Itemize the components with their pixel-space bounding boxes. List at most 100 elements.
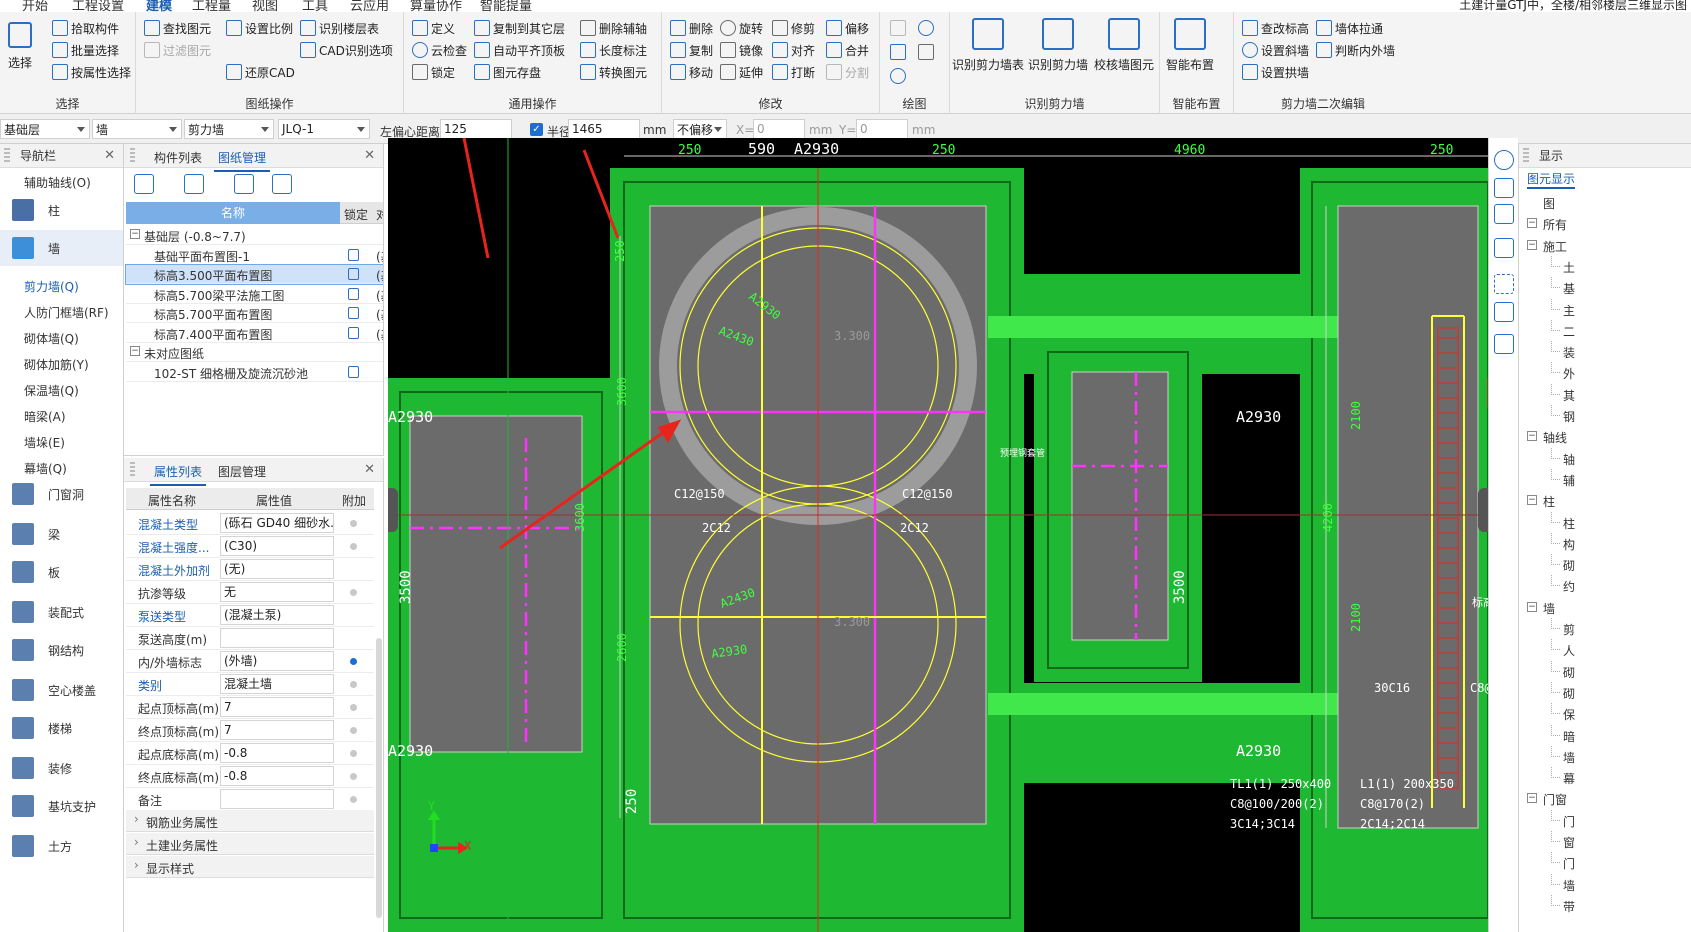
length-dimension-button[interactable]: 长度标注 <box>580 40 647 60</box>
drawing-row[interactable]: 标高5.700平面布置图 (基 <box>126 304 383 323</box>
display-tree-leaf[interactable]: 窗 <box>1547 831 1691 852</box>
collapse-toggle-icon[interactable]: − <box>130 229 140 239</box>
nav-category[interactable]: 钢结构 <box>0 632 123 668</box>
collapse-toggle-icon[interactable]: − <box>1527 239 1537 250</box>
display-tree-leaf[interactable]: 装 <box>1547 341 1691 362</box>
display-tree-leaf[interactable]: 辅 <box>1547 468 1691 490</box>
display-tree-leaf[interactable]: 门 <box>1547 852 1691 873</box>
wall-extend-button[interactable]: 墙体拉通 <box>1316 18 1383 38</box>
property-value-input[interactable] <box>220 628 334 648</box>
drawing-row[interactable]: − 基础层 (-0.8~7.7) <box>126 226 383 245</box>
cad-drawing-canvas[interactable]: 250 590 A2930 250 4960 250 A2930 A2930 A… <box>388 138 1488 932</box>
subtype-select[interactable]: 剪力墙 <box>184 119 274 139</box>
display-tree-leaf[interactable]: 土 <box>1547 255 1691 277</box>
attach-indicator-icon[interactable] <box>350 727 357 734</box>
find-element-button[interactable]: 查找图元 <box>144 18 211 38</box>
display-tree-leaf[interactable]: 人 <box>1547 639 1691 660</box>
property-value-input[interactable]: (混凝土泵) <box>220 605 334 625</box>
delete-aux-axis-button[interactable]: 删除辅轴 <box>580 18 647 38</box>
menu-tab-view[interactable]: 视图 <box>252 0 278 12</box>
restore-cad-button[interactable]: 还原CAD <box>226 62 295 82</box>
grip-icon[interactable] <box>1523 147 1529 164</box>
refresh-icon[interactable] <box>234 174 254 194</box>
menu-tab-quantity[interactable]: 工程量 <box>192 0 231 12</box>
lock-icon[interactable] <box>348 326 359 339</box>
lock-icon[interactable] <box>348 287 359 300</box>
property-value-input[interactable] <box>220 789 334 809</box>
set-arch-wall-button[interactable]: 设置拱墙 <box>1242 62 1309 82</box>
convert-element-button[interactable]: 转换图元 <box>580 62 647 82</box>
judge-inner-outer-button[interactable]: 判断内外墙 <box>1316 40 1395 60</box>
drawing-row[interactable]: 标高5.700梁平法施工图 (基 <box>126 285 383 304</box>
cube-view-icon[interactable] <box>1494 238 1514 258</box>
isometric-icon[interactable] <box>1494 302 1514 322</box>
right-collapse-handle[interactable] <box>1478 488 1488 532</box>
display-tree-group[interactable]: − 轴线 <box>1519 426 1691 447</box>
pick-component-button[interactable]: 拾取构件 <box>52 18 119 38</box>
property-value-input[interactable]: (无) <box>220 559 334 579</box>
menu-tab-collab[interactable]: 算量协作 <box>410 0 462 12</box>
nav-category[interactable]: 板 <box>0 554 123 590</box>
display-tree-leaf[interactable]: 约 <box>1547 575 1691 596</box>
copy-to-other-floor-button[interactable]: 复制到其它层 <box>474 18 565 38</box>
box-view-icon[interactable] <box>1494 204 1514 224</box>
rectangle-icon[interactable] <box>918 44 934 60</box>
menu-tab-tools[interactable]: 工具 <box>302 0 328 12</box>
collapse-toggle-icon[interactable]: − <box>1527 495 1537 506</box>
cloud-check-button[interactable]: 云检查 <box>412 40 467 60</box>
menu-tab-smart-qty[interactable]: 智能提量 <box>480 0 532 12</box>
collapse-toggle-icon[interactable]: − <box>130 346 140 356</box>
tab-drawing-management[interactable]: 图纸管理 <box>213 149 271 172</box>
line-icon[interactable] <box>890 44 906 60</box>
display-tree-leaf[interactable]: 砌 <box>1547 681 1691 703</box>
offset-input[interactable]: 125 <box>440 119 512 139</box>
recognize-wall-button[interactable]: 识别剪力墙 <box>1028 18 1088 73</box>
drawing-row[interactable]: − 未对应图纸 <box>126 343 383 362</box>
display-tree-leaf[interactable]: 墙 <box>1547 745 1691 767</box>
menu-tab-start[interactable]: 开始 <box>22 0 48 12</box>
display-tree-header[interactable]: 图 <box>1519 192 1691 213</box>
menu-tab-cloud[interactable]: 云应用 <box>350 0 389 12</box>
break-button[interactable]: 打断 <box>772 62 815 82</box>
edit-drawing-icon[interactable] <box>184 174 204 194</box>
property-value-input[interactable]: (外墙) <box>220 651 334 671</box>
x-input[interactable]: 0 <box>753 119 805 139</box>
nav-subitem[interactable]: 墙垛(E) <box>24 434 65 451</box>
tab-component-list[interactable]: 构件列表 <box>154 149 202 166</box>
nav-subitem[interactable]: 暗梁(A) <box>24 408 66 425</box>
drawing-row[interactable]: 标高3.500平面布置图 (基 <box>125 264 383 285</box>
nav-category[interactable]: 空心楼盖 <box>0 672 123 708</box>
filter-element-button[interactable]: 过滤图元 <box>144 40 211 60</box>
nav-category[interactable]: 基坑支护 <box>0 788 123 824</box>
nav-subitem[interactable]: 幕墙(Q) <box>24 460 67 477</box>
display-tree-leaf[interactable]: 暗 <box>1547 724 1691 746</box>
grip-icon[interactable] <box>130 462 135 478</box>
attach-indicator-icon[interactable] <box>350 589 357 596</box>
batch-select-button[interactable]: 批量选择 <box>52 40 119 60</box>
3d-view-icon[interactable] <box>1494 178 1514 198</box>
drawing-row[interactable]: 基础平面布置图-1 (基 <box>126 246 383 265</box>
save-element-button[interactable]: 图元存盘 <box>474 62 541 82</box>
property-name[interactable]: 混凝土外加剂 <box>138 562 210 579</box>
display-tree-leaf[interactable]: 砌 <box>1547 554 1691 575</box>
nav-category[interactable]: 土方 <box>0 828 123 864</box>
select-by-attr-button[interactable]: 按属性选择 <box>52 62 131 82</box>
lock-button[interactable]: 锁定 <box>412 62 455 82</box>
menu-tab-modeling[interactable]: 建模 <box>146 0 172 12</box>
display-tree-leaf[interactable]: 基 <box>1547 277 1691 298</box>
collapse-toggle-icon[interactable]: − <box>1527 218 1537 229</box>
fullscreen-icon[interactable] <box>1494 274 1514 294</box>
nav-subitem[interactable]: 保温墙(Q) <box>24 382 79 399</box>
nav-category[interactable]: 梁 <box>0 516 123 552</box>
display-tree-leaf[interactable]: 钢 <box>1547 405 1691 426</box>
property-name[interactable]: 类别 <box>138 677 162 694</box>
scrollbar[interactable] <box>376 638 382 918</box>
lock-icon[interactable] <box>348 365 359 378</box>
recognize-wall-table-button[interactable]: 识别剪力墙表 <box>952 18 1024 73</box>
nav-subitem[interactable]: 砌体墙(Q) <box>24 330 79 347</box>
close-icon[interactable]: ✕ <box>104 148 115 163</box>
display-tree-leaf[interactable]: 外 <box>1547 362 1691 383</box>
delete-button[interactable]: 删除 <box>670 18 713 38</box>
display-tree-leaf[interactable]: 构 <box>1547 532 1691 554</box>
left-collapse-handle[interactable] <box>388 488 398 532</box>
